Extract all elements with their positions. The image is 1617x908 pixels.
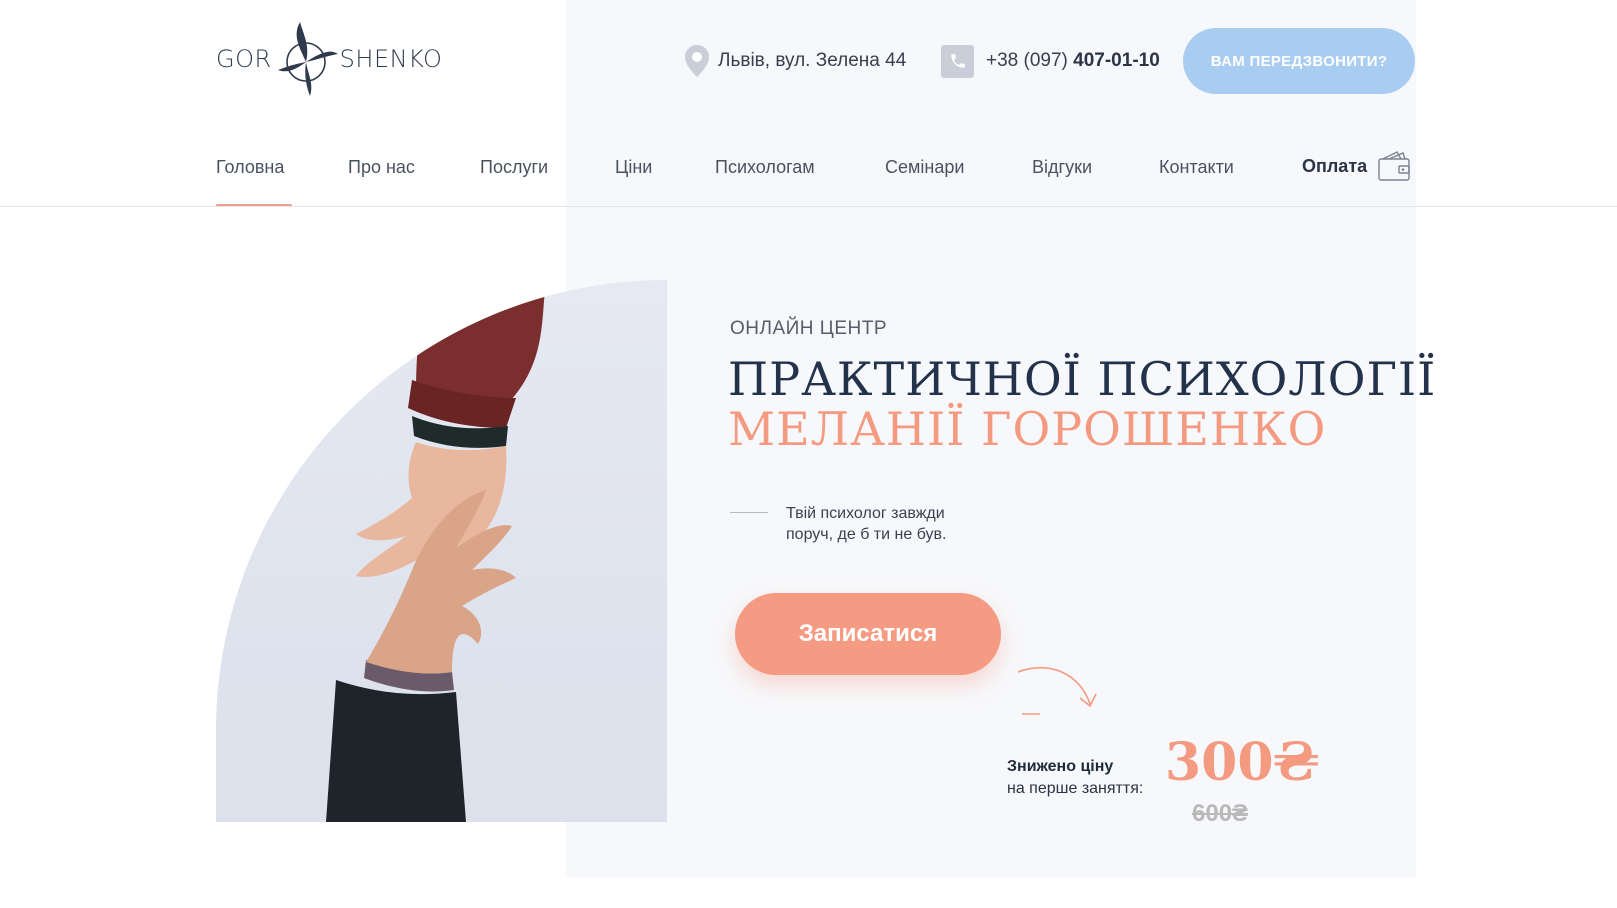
address-text: Львів, вул. Зелена 44 [718,50,907,71]
tagline-dash [730,512,768,513]
curved-arrow-icon [1017,667,1097,715]
new-price: 300₴ [1165,732,1320,793]
nav-item-services[interactable]: Послуги [480,150,548,184]
phone-prefix: +38 (097) [986,50,1068,71]
nav-item-contacts[interactable]: Контакти [1159,150,1234,184]
address: Львів, вул. Зелена 44 [684,44,906,78]
nav-item-seminars[interactable]: Семінари [885,150,964,184]
discount-label: Знижено ціну [1007,758,1114,775]
hero-title-line1: ПРАКТИЧНОЇ ПСИХОЛОГІЇ [728,352,1437,406]
nav-item-reviews[interactable]: Відгуки [1032,150,1092,184]
nav-item-psychologists[interactable]: Психологам [715,150,815,184]
nav-item-about[interactable]: Про нас [348,150,415,184]
phone-number: 407-01-10 [1073,50,1160,71]
logo-text-right: SHENKO [339,45,443,73]
tagline-line1: Твій психолог завжди [786,505,945,522]
discount-text: на перше заняття: [1007,780,1144,797]
nav-item-home[interactable]: Головна [216,150,284,184]
hero-tagline: Твій психолог завжди поруч, де б ти не б… [786,503,1026,545]
swallow-bird-icon [277,22,338,96]
hero-image-hands [216,280,667,822]
nav-item-payment[interactable]: Оплата [1302,148,1411,184]
tagline-line2: поруч, де б ти не був. [786,526,947,543]
wallet-icon [1378,151,1410,181]
nav-item-prices[interactable]: Ціни [615,150,652,184]
payment-label: Оплата [1302,155,1368,176]
phone[interactable]: +38 (097) 407-01-10 [941,44,1160,78]
main-nav: Головна Про нас Послуги Ціни Психологам … [216,150,1416,184]
map-pin-icon [685,45,709,77]
site-logo[interactable]: GOR SHENKO [216,18,456,100]
hero-subtitle: ОНЛАЙН ЦЕНТР [730,318,888,339]
logo-text-left: GOR [216,45,272,73]
callback-button[interactable]: ВАМ ПЕРЕДЗВОНИТИ? [1183,28,1415,94]
signup-button[interactable]: Записатися [735,593,1001,675]
phone-icon [941,44,974,78]
old-price: 600₴ [1192,800,1249,827]
hero-title-line2: МЕЛАНІЇ ГОРОШЕНКО [728,402,1327,456]
nav-divider [0,206,1617,207]
